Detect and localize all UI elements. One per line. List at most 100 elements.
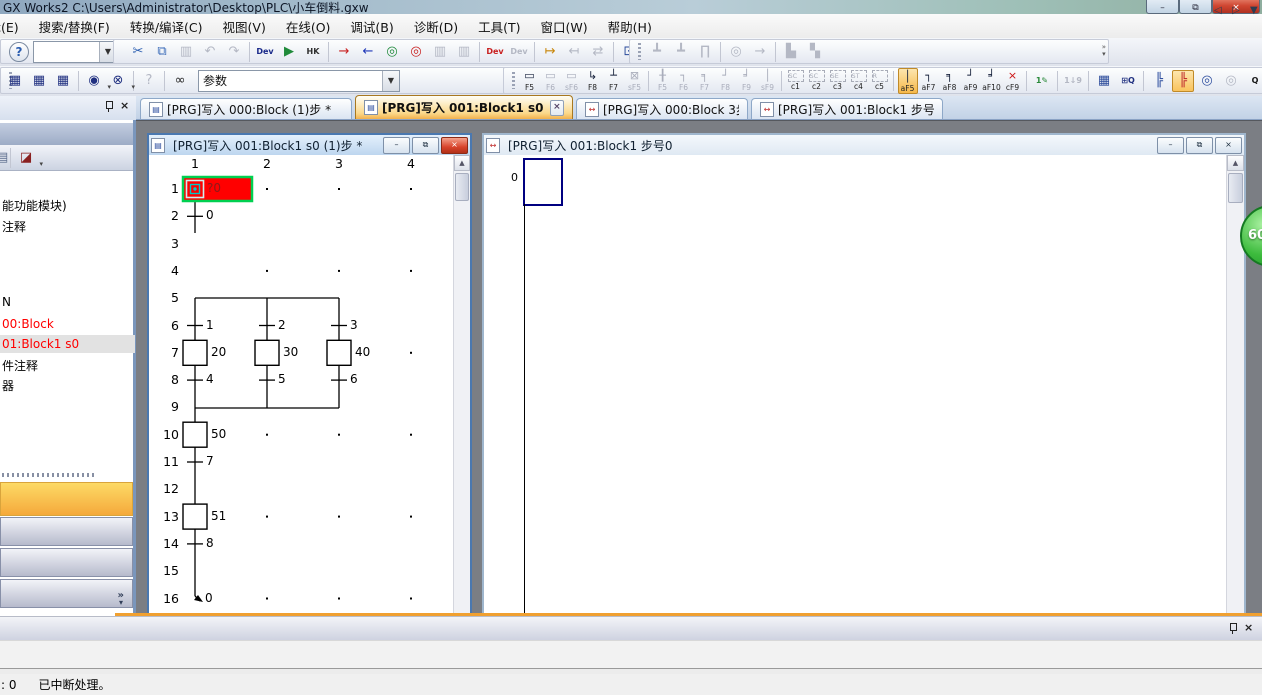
scroll-up-icon[interactable]: ▲ xyxy=(454,155,470,171)
ladder-editor-content[interactable]: 0 ▲ xyxy=(484,155,1244,613)
menu-item-edit[interactable]: 编辑(E) xyxy=(0,14,29,39)
cut-icon[interactable]: ✂ xyxy=(127,41,149,63)
child2-minimize-button[interactable]: – xyxy=(1157,137,1184,154)
device-monitor-gray-icon[interactable]: Dev xyxy=(508,41,530,63)
undo-icon[interactable]: ↶ xyxy=(199,41,221,63)
tab-scroll-right-icon[interactable]: ▷ xyxy=(1232,5,1240,16)
device-list-icon[interactable]: ▦ xyxy=(1093,70,1115,92)
combo-dropdown-icon[interactable]: ▼ xyxy=(382,71,399,91)
sfc-line-cF9[interactable]: ×cF9 xyxy=(1003,68,1023,94)
read-from-plc-icon[interactable]: ← xyxy=(357,41,379,63)
device-test-icon[interactable]: ▶ xyxy=(278,41,300,63)
sfc-comment-c4[interactable]: STc4 xyxy=(849,68,869,94)
statement-swap-icon[interactable]: ⇄ xyxy=(587,41,609,63)
zoom-doc-icon[interactable]: ◎ xyxy=(1196,70,1218,92)
sfc-comment-c2[interactable]: SCc2 xyxy=(807,68,827,94)
sidebar-item-main[interactable]: N xyxy=(0,293,135,311)
device-combo[interactable]: 参数▼ xyxy=(198,70,400,92)
sfc-line-aF5[interactable]: │aF5 xyxy=(898,68,918,94)
sfc-zoom-display-icon[interactable]: ╠ xyxy=(1172,70,1194,92)
write-to-plc-icon[interactable]: → xyxy=(333,41,355,63)
window-minimize-button[interactable]: – xyxy=(1146,0,1179,14)
sfc-gray-icon-2[interactable]: ┻ xyxy=(670,41,692,63)
sfc-gray-search-icon[interactable]: ◎ xyxy=(725,41,747,63)
device-monitor-red-icon[interactable]: Dev xyxy=(484,41,506,63)
sfc-draw-F9[interactable]: ╛F9 xyxy=(737,68,757,94)
sfc-comment-c5[interactable]: Rc5 xyxy=(870,68,890,94)
child2-close-button[interactable]: × xyxy=(1215,137,1242,154)
sfc-line-aF10[interactable]: ╛aF10 xyxy=(982,68,1002,94)
redo-icon[interactable]: ↷ xyxy=(223,41,245,63)
sort-step-number-icon[interactable]: 1↓9 xyxy=(1062,70,1084,92)
menu-item-online[interactable]: 在线(O) xyxy=(276,14,341,39)
paste-icon[interactable]: ▥ xyxy=(175,41,197,63)
child2-restore-button[interactable]: ⧉ xyxy=(1186,137,1213,154)
sfc-symbol-F8[interactable]: ↳F8 xyxy=(583,68,603,94)
sidebar-view-icon[interactable]: ◪▾ xyxy=(15,147,37,169)
monitor-pair-icon-1[interactable]: ▥ xyxy=(429,41,451,63)
sfc-vertical-scrollbar[interactable]: ▲ xyxy=(453,155,470,613)
ladder-edit-cursor[interactable] xyxy=(523,158,563,206)
device-grid-icon-3[interactable]: ▦ xyxy=(52,70,74,92)
help-icon[interactable]: ? xyxy=(9,42,29,62)
nav-button-user-library[interactable] xyxy=(0,517,133,546)
panel-close-icon[interactable]: × xyxy=(1244,621,1253,634)
monitor-pair-icon-2[interactable]: ▥ xyxy=(453,41,475,63)
sfc-window-titlebar[interactable]: ▤ [PRG]写入 001:Block1 s0 (1)步 * – ⧉ × xyxy=(149,135,470,155)
device-grid-icon-1[interactable]: ▦ xyxy=(4,70,26,92)
sidebar-cut-icon[interactable]: ▤ xyxy=(0,147,6,169)
sfc-draw-F5[interactable]: ╂F5 xyxy=(653,68,673,94)
device-display-icon[interactable]: Dev xyxy=(254,41,276,63)
sfc-gray-chart-icon-1[interactable]: ▙ xyxy=(780,41,802,63)
device-find-icon[interactable]: ⊞Q xyxy=(1117,70,1139,92)
sfc-symbol-F7[interactable]: ┴F7 xyxy=(604,68,624,94)
device-hk-icon[interactable]: HK xyxy=(302,41,324,63)
sfc-line-aF9[interactable]: ┘aF9 xyxy=(961,68,981,94)
tab-2[interactable]: ▤[PRG]写入 001:Block1 s0 (...× xyxy=(355,95,573,119)
menu-item-debug[interactable]: 调试(B) xyxy=(340,14,403,39)
sfc-line-aF8[interactable]: ╕aF8 xyxy=(940,68,960,94)
tab-3[interactable]: ↔[PRG]写入 000:Block 3步 xyxy=(576,98,748,119)
sfc-symbol-F6[interactable]: ▭F6 xyxy=(541,68,561,94)
sfc-gray-jump-icon[interactable]: → xyxy=(749,41,771,63)
tab-1[interactable]: ▤[PRG]写入 000:Block (1)步 * xyxy=(140,98,352,119)
menu-item-diagnostics[interactable]: 诊断(D) xyxy=(404,14,468,39)
tab-scroll-left-icon[interactable]: ◁ xyxy=(1214,5,1222,16)
panel-pin-icon[interactable] xyxy=(1228,623,1237,638)
zoom-disabled-icon[interactable]: ◎ xyxy=(1220,70,1242,92)
nav-button-connection[interactable] xyxy=(0,548,133,577)
menu-item-view[interactable]: 视图(V) xyxy=(213,14,276,39)
scroll-up-icon[interactable]: ▲ xyxy=(1227,155,1244,171)
sfc-draw-F6[interactable]: ┐F6 xyxy=(674,68,694,94)
nav-splitter-handle[interactable] xyxy=(2,473,97,477)
panel-pin-icon[interactable] xyxy=(104,101,113,116)
help-gray-icon[interactable]: ? xyxy=(138,70,160,92)
window-maximize-button[interactable]: ⧉ xyxy=(1179,0,1212,14)
ladder-window-titlebar[interactable]: ↔ [PRG]写入 001:Block1 步号0 – ⧉ × xyxy=(484,135,1244,155)
menu-item-find-replace[interactable]: 搜索/替换(F) xyxy=(29,14,120,39)
child1-close-button[interactable]: × xyxy=(441,137,468,154)
device-grid-icon-2[interactable]: ▦ xyxy=(28,70,50,92)
toolbar-overflow-icon[interactable]: »▾ xyxy=(1102,44,1106,58)
statement-back-icon[interactable]: ↤ xyxy=(563,41,585,63)
tab-list-icon[interactable]: ▼ xyxy=(1250,5,1258,16)
menu-item-help[interactable]: 帮助(H) xyxy=(598,14,662,39)
nav-button-project[interactable] xyxy=(0,482,133,516)
sfc-draw-F7[interactable]: ╕F7 xyxy=(695,68,715,94)
zoom-q-icon[interactable]: Q xyxy=(1244,70,1262,92)
sidebar-item-device-memory[interactable]: 器 xyxy=(0,375,135,396)
device-eye-icon[interactable]: ◉▾ xyxy=(83,70,105,92)
sfc-symbol-sF5[interactable]: ⊠sF5 xyxy=(625,68,645,94)
tab-close-icon[interactable]: × xyxy=(550,100,564,116)
output-panel-header[interactable]: × xyxy=(0,616,1262,641)
child1-restore-button[interactable]: ⧉ xyxy=(412,137,439,154)
sidebar-item-intelligent-function-module[interactable]: 能功能模块) xyxy=(0,195,135,216)
sfc-gray-icon-3[interactable]: ∏ xyxy=(694,41,716,63)
sidebar-item-global-comment[interactable]: 注释 xyxy=(0,216,135,237)
verify-monitor-green-icon[interactable]: ◎ xyxy=(381,41,403,63)
toolbar-grip[interactable] xyxy=(638,43,641,59)
sfc-block-list-icon[interactable]: ╠ xyxy=(1148,70,1170,92)
sfc-gray-chart-icon-2[interactable]: ▚ xyxy=(804,41,826,63)
device-magnify-icon[interactable]: ⊗▾ xyxy=(107,70,129,92)
sfc-comment-c3[interactable]: SEc3 xyxy=(828,68,848,94)
